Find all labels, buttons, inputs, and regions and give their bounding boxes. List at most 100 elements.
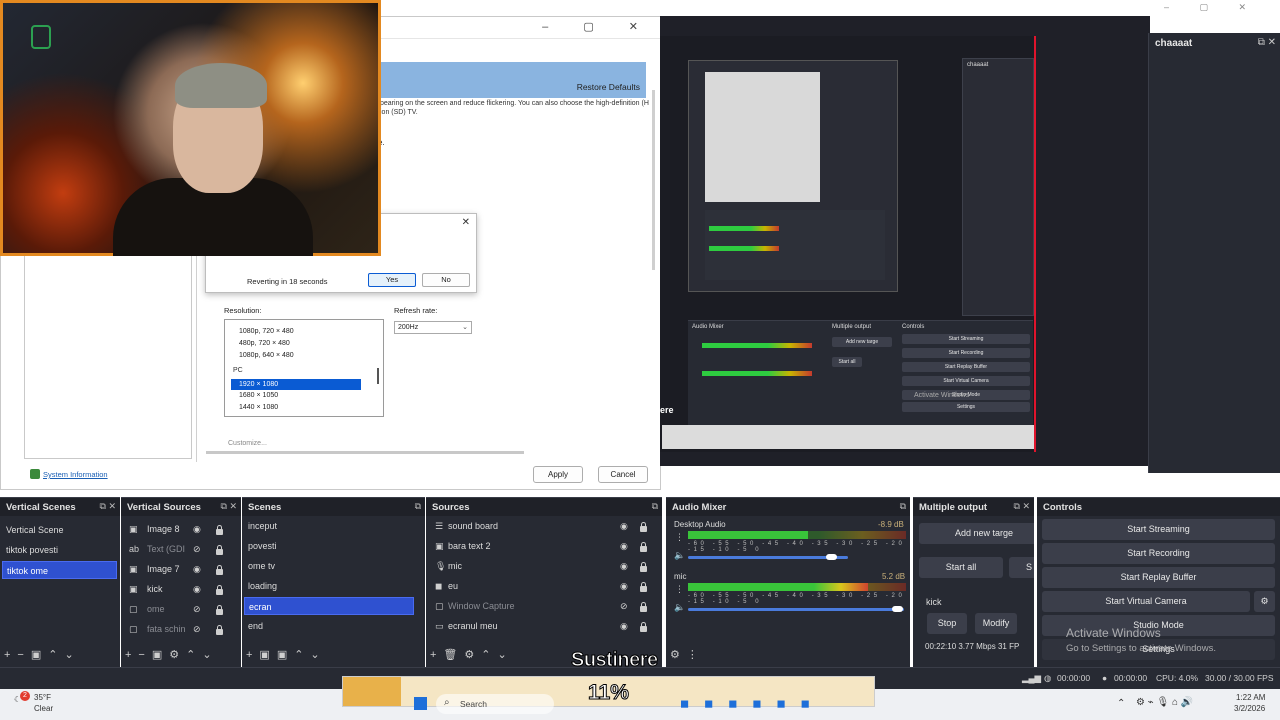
source-item[interactable]: ecranul meu [444,617,498,635]
lock-icon[interactable] [640,622,647,632]
lock-icon[interactable] [216,545,223,555]
dock-toolbar[interactable]: ⚙⋮ [670,648,705,661]
eye-icon[interactable]: ◉ [620,581,628,592]
eye-icon[interactable]: ◉ [193,524,201,535]
dock-toolbar[interactable]: +−▣⌃⌄ [4,648,81,661]
start-streaming-button[interactable]: Start Streaming [1042,519,1275,540]
eye-off-icon[interactable]: ⊘ [193,544,201,555]
eye-icon[interactable]: ◉ [620,541,628,552]
dock-controls-icon[interactable]: ⧉ [415,501,421,512]
scene-item[interactable]: povesti [244,537,414,555]
cancel-button[interactable]: Cancel [598,466,648,483]
restore-defaults-link[interactable]: Restore Defaults [577,82,640,92]
resolution-option-selected[interactable]: 1920 × 1080 [231,379,361,390]
weather-temp[interactable]: 35°F [34,693,51,702]
horizontal-scrollbar[interactable] [206,451,524,454]
eye-icon[interactable]: ◉ [620,561,628,572]
window-controls[interactable]: – ▢ ✕ [1164,2,1260,13]
no-button[interactable]: No [422,273,470,287]
volume-slider-knob[interactable] [826,554,837,560]
scene-item-selected[interactable]: tiktok ome [2,561,117,579]
scene-item[interactable]: inceput [244,517,414,535]
eye-icon[interactable]: ◉ [193,584,201,595]
resolution-option[interactable]: 1080p, 720 × 480 [239,328,294,335]
lock-icon[interactable] [640,542,647,552]
chat-panel[interactable]: chaaaat ⧉ ✕ [1148,33,1280,473]
speaker-icon[interactable]: 🔈 [674,602,685,613]
dock-controls-icon[interactable]: ⧉ ✕ [1258,37,1276,48]
volume-slider-knob[interactable] [892,606,903,612]
scene-item[interactable]: tiktok povesti [2,541,117,559]
lock-icon[interactable] [640,582,647,592]
start-virtual-camera-button[interactable]: Start Virtual Camera [1042,591,1250,612]
more-options-icon[interactable]: ⋮ [675,584,684,595]
lock-icon[interactable] [640,522,647,532]
resolution-option[interactable]: 1440 × 1080 [239,404,278,411]
windows-start-icon[interactable] [414,697,427,710]
gear-icon[interactable]: ⚙ [1254,591,1275,612]
customize-button[interactable]: Customize... [228,440,267,447]
source-item[interactable]: Text (GDI [143,540,185,558]
volume-slider[interactable] [688,556,848,559]
dock-controls-icon[interactable]: ⧉ ✕ [221,501,237,512]
eye-icon[interactable]: ◉ [620,521,628,532]
volume-slider[interactable] [688,608,904,611]
apply-button[interactable]: Apply [533,466,583,483]
vertical-scrollbar[interactable] [652,90,655,270]
eye-icon[interactable]: ◉ [620,621,628,632]
stop-all-button[interactable]: S [1009,557,1034,578]
source-item[interactable]: Window Capture [444,597,515,615]
clock-time[interactable]: 1:22 AM [1236,693,1265,702]
source-item[interactable]: ome [143,600,165,618]
taskbar-search[interactable]: ⌕ Search [436,694,554,714]
lock-icon[interactable] [216,605,223,615]
dock-controls-icon[interactable]: ⧉ [900,501,906,512]
scene-item[interactable]: Vertical Scene [2,521,117,539]
taskbar-pinned-apps[interactable]: ◼◼◼◼◼◼ [680,697,825,710]
source-item[interactable]: sound board [444,517,498,535]
resolution-option[interactable]: 1080p, 640 × 480 [239,352,294,359]
resolution-option[interactable]: 480p, 720 × 480 [239,340,290,347]
scene-item[interactable]: end [244,617,414,635]
add-target-button[interactable]: Add new targe [919,523,1034,544]
start-all-button[interactable]: Start all [919,557,1003,578]
refresh-rate-select[interactable]: 200Hz ⌄ [394,321,472,334]
source-item[interactable]: bara text 2 [444,537,491,555]
source-item[interactable]: kick [143,580,163,598]
chevron-up-icon[interactable]: ⌃ [1117,698,1125,709]
scene-item-selected[interactable]: ecran [244,597,414,615]
list-scrollbar[interactable] [377,368,379,384]
lock-icon[interactable] [216,525,223,535]
lock-icon[interactable] [216,565,223,575]
dock-controls-icon[interactable]: ⧉ ✕ [1014,501,1030,512]
lock-icon[interactable] [216,625,223,635]
source-item[interactable]: eu [444,577,458,595]
source-item[interactable]: mic [444,557,462,575]
lock-icon[interactable] [640,602,647,612]
start-recording-button[interactable]: Start Recording [1042,543,1275,564]
eye-off-icon[interactable]: ⊘ [620,601,628,612]
eye-icon[interactable]: ◉ [193,564,201,575]
dock-controls-icon[interactable]: ⧉ [652,501,658,512]
tray-icons[interactable]: ⚙ ⌁ 🎙 ⌂ 🔊 [1136,697,1193,708]
resolution-option[interactable]: 1680 × 1050 [239,392,278,399]
window-controls[interactable]: – ▢ ✕ [542,20,654,33]
dock-toolbar[interactable]: +−▣⚙⌃⌄ [125,648,219,661]
lock-icon[interactable] [640,562,647,572]
eye-off-icon[interactable]: ⊘ [193,604,201,615]
eye-off-icon[interactable]: ⊘ [193,624,201,635]
weather-icon[interactable]: ☾ [14,695,21,704]
scene-item[interactable]: loading [244,577,414,595]
speaker-icon[interactable]: 🔈 [674,550,685,561]
more-options-icon[interactable]: ⋮ [675,532,684,543]
dock-toolbar[interactable]: +▣▣⌃⌄ [246,648,327,661]
source-item[interactable]: fata schin [143,620,186,638]
start-replay-buffer-button[interactable]: Start Replay Buffer [1042,567,1275,588]
scene-item[interactable]: ome tv [244,557,414,575]
lock-icon[interactable] [216,585,223,595]
yes-button[interactable]: Yes [368,273,416,287]
source-item[interactable]: Image 8 [143,520,180,538]
close-icon[interactable]: ✕ [462,217,470,228]
clock-date[interactable]: 3/2/2026 [1234,704,1265,713]
resolution-list[interactable]: 1080p, 720 × 480 480p, 720 × 480 1080p, … [224,319,384,417]
